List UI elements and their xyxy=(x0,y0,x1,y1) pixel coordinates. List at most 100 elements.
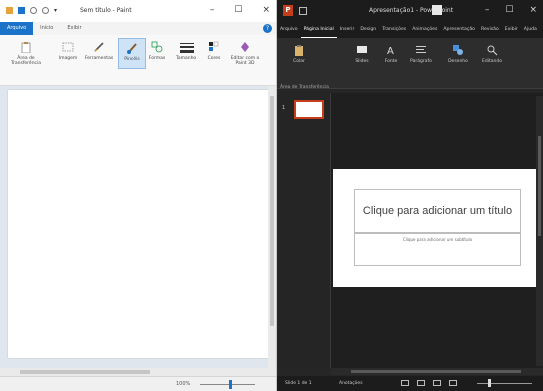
subtitle-placeholder-text: Clique para adicionar um subtítulo xyxy=(402,237,473,242)
brush-icon xyxy=(126,42,138,54)
ppt-save-icon[interactable] xyxy=(299,7,307,15)
paint-hscroll-thumb[interactable] xyxy=(20,370,150,374)
size-icon xyxy=(180,41,194,53)
ppt-tab-view[interactable]: Exibir xyxy=(502,22,521,38)
slide-thumbnails-pane: 1 xyxy=(277,93,331,368)
ribbon-image[interactable]: Imagem xyxy=(56,41,80,61)
ribbon-shapes[interactable]: Formas xyxy=(146,41,168,61)
pencil-icon xyxy=(93,41,105,53)
ppt-ribbon-editing[interactable]: Editando xyxy=(479,44,505,64)
save-icon[interactable] xyxy=(18,7,25,14)
paint-status-bar: 100% xyxy=(0,376,276,391)
help-icon[interactable]: ? xyxy=(263,24,272,33)
customize-toolbar-icon[interactable]: ▾ xyxy=(54,7,57,14)
paint-tab-file[interactable]: Arquivo xyxy=(0,22,34,35)
ppt-title-bar: P Apresentação1 - PowerPoint – ☐ × xyxy=(277,0,543,22)
ppt-vertical-scrollbar[interactable] xyxy=(536,96,543,366)
reading-view-icon[interactable] xyxy=(433,380,441,386)
paint-window-controls: – ☐ × xyxy=(210,5,270,15)
image-icon xyxy=(62,41,74,53)
font-icon: A xyxy=(385,44,397,57)
paragraph-icon xyxy=(415,44,427,56)
normal-view-icon[interactable] xyxy=(401,380,409,386)
ppt-ribbon: Colar Slides A Fonte Parágrafo Desenho E… xyxy=(277,38,543,89)
editing-icon xyxy=(486,44,498,56)
paint-vertical-scrollbar[interactable] xyxy=(268,86,276,368)
drawing-icon xyxy=(452,44,464,56)
paint-maximize-button[interactable]: ☐ xyxy=(234,5,242,15)
ppt-ribbon-slides[interactable]: Slides xyxy=(351,44,373,64)
paint-zoom-slider-knob[interactable] xyxy=(229,380,232,389)
ppt-ribbon-tabs: Arquivo Página Inicial Inserir Design Tr… xyxy=(277,22,543,38)
ppt-tab-transitions[interactable]: Transições xyxy=(379,22,409,38)
ppt-window-controls: – ☐ × xyxy=(485,5,537,15)
ribbon-clipboard[interactable]: Área de Transferência xyxy=(4,41,48,66)
account-avatar[interactable] xyxy=(432,5,442,15)
paint-canvas[interactable] xyxy=(8,90,270,358)
shapes-icon xyxy=(151,41,163,53)
ribbon-size[interactable]: Tamanho xyxy=(172,41,200,61)
paint-close-button[interactable]: × xyxy=(262,5,270,15)
paint-zoom-level: 100% xyxy=(176,381,191,387)
paint-tab-home[interactable]: Início xyxy=(33,22,60,35)
ppt-ribbon-drawing[interactable]: Desenho xyxy=(445,44,471,64)
ppt-tab-file[interactable]: Arquivo xyxy=(277,22,301,38)
subtitle-placeholder[interactable]: Clique para adicionar um subtítulo xyxy=(354,233,521,266)
ppt-horizontal-scrollbar[interactable] xyxy=(331,368,543,375)
ppt-status-bar: Slide 1 de 1 Anotações xyxy=(277,376,543,391)
ribbon-paint3d[interactable]: Editar com o Paint 3D xyxy=(228,41,262,66)
slide-canvas[interactable]: Clique para adicionar um título Clique p… xyxy=(333,169,543,287)
svg-text:A: A xyxy=(387,46,394,56)
paint-window-title: Sem título - Paint xyxy=(80,7,132,14)
paint-window: ▾ Sem título - Paint – ☐ × Arquivo Iníci… xyxy=(0,0,277,391)
ppt-tab-home[interactable]: Página Inicial xyxy=(300,22,337,38)
ppt-vscroll-thumb[interactable] xyxy=(538,136,541,236)
ribbon-colors[interactable]: Cores xyxy=(204,41,224,61)
redo-icon[interactable] xyxy=(42,7,49,14)
slide-number: 1 xyxy=(282,105,286,111)
ppt-tab-animations[interactable]: Animações xyxy=(409,22,440,38)
ppt-ribbon-font[interactable]: A Fonte xyxy=(381,44,401,64)
slideshow-view-icon[interactable] xyxy=(449,380,457,386)
slide-sorter-icon[interactable] xyxy=(417,380,425,386)
paint-ribbon: Área de Transferência Imagem Ferramentas… xyxy=(0,35,276,86)
ppt-tab-review[interactable]: Revisão xyxy=(478,22,502,38)
title-placeholder[interactable]: Clique para adicionar um título xyxy=(354,189,521,233)
ppt-hscroll-thumb[interactable] xyxy=(351,370,521,373)
palette-icon xyxy=(208,41,220,53)
slide-editing-area: Clique para adicionar um título Clique p… xyxy=(331,93,543,368)
clipboard-icon xyxy=(20,41,32,54)
paste-icon xyxy=(293,44,305,56)
paint3d-icon xyxy=(239,41,251,53)
ppt-zoom-slider[interactable] xyxy=(477,383,532,384)
paint-vscroll-thumb[interactable] xyxy=(270,96,274,326)
paint-horizontal-scrollbar[interactable] xyxy=(0,368,276,376)
ppt-tab-design[interactable]: Design xyxy=(357,22,379,38)
slides-icon xyxy=(356,44,368,56)
paint-title-bar: ▾ Sem título - Paint – ☐ × xyxy=(0,0,276,22)
paint-tab-view[interactable]: Exibir xyxy=(60,22,88,35)
slide-thumbnail[interactable] xyxy=(294,100,324,119)
undo-icon[interactable] xyxy=(30,7,37,14)
ppt-close-button[interactable]: × xyxy=(529,5,537,15)
ppt-ribbon-paste[interactable]: Colar xyxy=(287,44,311,64)
paint-zoom-slider[interactable] xyxy=(200,384,255,385)
ppt-tab-slideshow[interactable]: Apresentação xyxy=(440,22,478,38)
ribbon-brushes[interactable]: Pincéis xyxy=(118,38,146,69)
paint-ribbon-tabs: Arquivo Início Exibir xyxy=(0,22,276,35)
ppt-tab-help[interactable]: Ajuda xyxy=(521,22,540,38)
ribbon-tools[interactable]: Ferramentas xyxy=(84,41,114,61)
notes-button[interactable]: Anotações xyxy=(339,381,363,386)
ppt-zoom-slider-knob[interactable] xyxy=(488,379,491,387)
paint-minimize-button[interactable]: – xyxy=(210,5,215,15)
ppt-ribbon-group-label: Área de Transferência xyxy=(280,85,329,90)
ppt-maximize-button[interactable]: ☐ xyxy=(505,5,513,15)
quick-access-toolbar: ▾ xyxy=(6,7,57,14)
powerpoint-logo-icon: P xyxy=(283,5,293,16)
paint-app-icon xyxy=(6,7,13,14)
ppt-ribbon-paragraph[interactable]: Parágrafo xyxy=(407,44,435,64)
ppt-minimize-button[interactable]: – xyxy=(485,5,490,15)
slide-count-status: Slide 1 de 1 xyxy=(285,381,312,386)
powerpoint-window: P Apresentação1 - PowerPoint – ☐ × Arqui… xyxy=(277,0,543,391)
ppt-tab-insert[interactable]: Inserir xyxy=(337,22,358,38)
